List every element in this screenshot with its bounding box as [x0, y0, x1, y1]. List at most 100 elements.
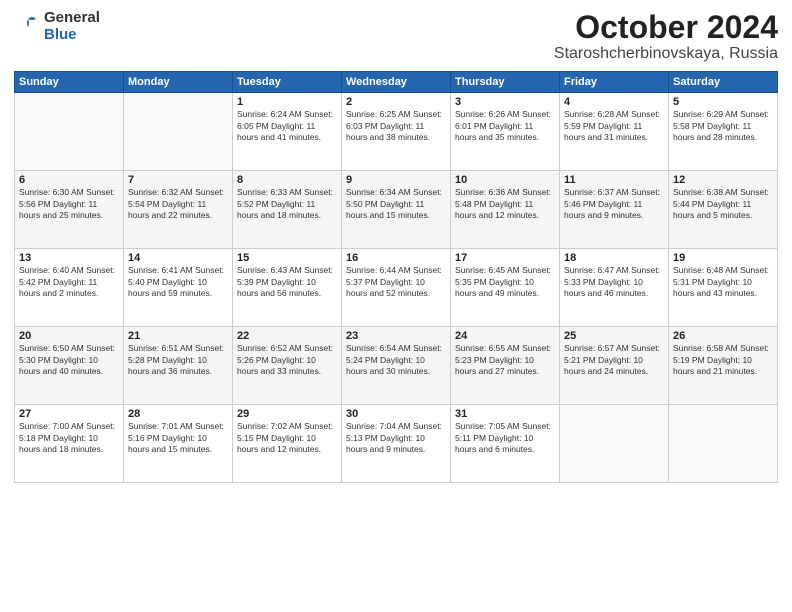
logo-text: General Blue [44, 10, 100, 43]
day-info: Sunrise: 6:24 AM Sunset: 6:05 PM Dayligh… [237, 109, 337, 143]
day-number: 29 [237, 408, 337, 420]
day-cell: 13Sunrise: 6:40 AM Sunset: 5:42 PM Dayli… [15, 249, 124, 327]
day-number: 30 [346, 408, 446, 420]
header: General Blue October 2024 Staroshcherbin… [14, 10, 778, 63]
day-info: Sunrise: 6:37 AM Sunset: 5:46 PM Dayligh… [564, 187, 664, 221]
week-row-5: 27Sunrise: 7:00 AM Sunset: 5:18 PM Dayli… [15, 405, 778, 483]
logo-bird-icon [14, 13, 42, 41]
day-info: Sunrise: 7:00 AM Sunset: 5:18 PM Dayligh… [19, 421, 119, 455]
week-row-2: 6Sunrise: 6:30 AM Sunset: 5:56 PM Daylig… [15, 171, 778, 249]
day-number: 21 [128, 330, 228, 342]
col-friday: Friday [560, 72, 669, 93]
day-cell: 16Sunrise: 6:44 AM Sunset: 5:37 PM Dayli… [342, 249, 451, 327]
day-cell: 27Sunrise: 7:00 AM Sunset: 5:18 PM Dayli… [15, 405, 124, 483]
day-info: Sunrise: 7:04 AM Sunset: 5:13 PM Dayligh… [346, 421, 446, 455]
week-row-1: 1Sunrise: 6:24 AM Sunset: 6:05 PM Daylig… [15, 93, 778, 171]
col-wednesday: Wednesday [342, 72, 451, 93]
day-number: 1 [237, 96, 337, 108]
day-number: 15 [237, 252, 337, 264]
day-cell: 9Sunrise: 6:34 AM Sunset: 5:50 PM Daylig… [342, 171, 451, 249]
day-info: Sunrise: 6:45 AM Sunset: 5:35 PM Dayligh… [455, 265, 555, 299]
day-number: 23 [346, 330, 446, 342]
col-tuesday: Tuesday [233, 72, 342, 93]
day-number: 5 [673, 96, 773, 108]
day-cell: 6Sunrise: 6:30 AM Sunset: 5:56 PM Daylig… [15, 171, 124, 249]
day-cell: 22Sunrise: 6:52 AM Sunset: 5:26 PM Dayli… [233, 327, 342, 405]
day-cell: 3Sunrise: 6:26 AM Sunset: 6:01 PM Daylig… [451, 93, 560, 171]
day-number: 4 [564, 96, 664, 108]
day-cell: 25Sunrise: 6:57 AM Sunset: 5:21 PM Dayli… [560, 327, 669, 405]
day-cell: 2Sunrise: 6:25 AM Sunset: 6:03 PM Daylig… [342, 93, 451, 171]
day-cell: 18Sunrise: 6:47 AM Sunset: 5:33 PM Dayli… [560, 249, 669, 327]
day-number: 18 [564, 252, 664, 264]
calendar-body: 1Sunrise: 6:24 AM Sunset: 6:05 PM Daylig… [15, 93, 778, 483]
day-cell: 23Sunrise: 6:54 AM Sunset: 5:24 PM Dayli… [342, 327, 451, 405]
day-info: Sunrise: 6:43 AM Sunset: 5:39 PM Dayligh… [237, 265, 337, 299]
day-info: Sunrise: 7:01 AM Sunset: 5:16 PM Dayligh… [128, 421, 228, 455]
day-cell: 31Sunrise: 7:05 AM Sunset: 5:11 PM Dayli… [451, 405, 560, 483]
day-cell: 4Sunrise: 6:28 AM Sunset: 5:59 PM Daylig… [560, 93, 669, 171]
day-info: Sunrise: 7:02 AM Sunset: 5:15 PM Dayligh… [237, 421, 337, 455]
day-cell: 8Sunrise: 6:33 AM Sunset: 5:52 PM Daylig… [233, 171, 342, 249]
day-cell: 24Sunrise: 6:55 AM Sunset: 5:23 PM Dayli… [451, 327, 560, 405]
day-info: Sunrise: 6:33 AM Sunset: 5:52 PM Dayligh… [237, 187, 337, 221]
title-block: October 2024 Staroshcherbinovskaya, Russ… [554, 10, 778, 63]
day-info: Sunrise: 6:54 AM Sunset: 5:24 PM Dayligh… [346, 343, 446, 377]
day-cell [15, 93, 124, 171]
day-number: 3 [455, 96, 555, 108]
calendar-table: Sunday Monday Tuesday Wednesday Thursday… [14, 71, 778, 483]
day-cell: 29Sunrise: 7:02 AM Sunset: 5:15 PM Dayli… [233, 405, 342, 483]
day-info: Sunrise: 6:34 AM Sunset: 5:50 PM Dayligh… [346, 187, 446, 221]
month-year-title: October 2024 [554, 10, 778, 45]
day-number: 28 [128, 408, 228, 420]
logo-general: General [44, 10, 100, 27]
logo: General Blue [14, 10, 100, 43]
day-number: 22 [237, 330, 337, 342]
day-info: Sunrise: 6:48 AM Sunset: 5:31 PM Dayligh… [673, 265, 773, 299]
day-info: Sunrise: 6:38 AM Sunset: 5:44 PM Dayligh… [673, 187, 773, 221]
day-number: 16 [346, 252, 446, 264]
day-cell [124, 93, 233, 171]
location-subtitle: Staroshcherbinovskaya, Russia [554, 45, 778, 63]
day-info: Sunrise: 6:36 AM Sunset: 5:48 PM Dayligh… [455, 187, 555, 221]
col-sunday: Sunday [15, 72, 124, 93]
day-info: Sunrise: 6:26 AM Sunset: 6:01 PM Dayligh… [455, 109, 555, 143]
day-number: 19 [673, 252, 773, 264]
logo-blue: Blue [44, 27, 100, 44]
day-number: 26 [673, 330, 773, 342]
day-cell: 1Sunrise: 6:24 AM Sunset: 6:05 PM Daylig… [233, 93, 342, 171]
day-info: Sunrise: 6:57 AM Sunset: 5:21 PM Dayligh… [564, 343, 664, 377]
day-info: Sunrise: 6:40 AM Sunset: 5:42 PM Dayligh… [19, 265, 119, 299]
day-cell: 10Sunrise: 6:36 AM Sunset: 5:48 PM Dayli… [451, 171, 560, 249]
day-cell: 15Sunrise: 6:43 AM Sunset: 5:39 PM Dayli… [233, 249, 342, 327]
header-row: Sunday Monday Tuesday Wednesday Thursday… [15, 72, 778, 93]
col-thursday: Thursday [451, 72, 560, 93]
day-number: 8 [237, 174, 337, 186]
day-cell: 26Sunrise: 6:58 AM Sunset: 5:19 PM Dayli… [669, 327, 778, 405]
day-number: 25 [564, 330, 664, 342]
day-info: Sunrise: 6:25 AM Sunset: 6:03 PM Dayligh… [346, 109, 446, 143]
day-number: 7 [128, 174, 228, 186]
day-number: 17 [455, 252, 555, 264]
day-cell [669, 405, 778, 483]
day-info: Sunrise: 6:28 AM Sunset: 5:59 PM Dayligh… [564, 109, 664, 143]
calendar-page: General Blue October 2024 Staroshcherbin… [0, 0, 792, 612]
day-number: 31 [455, 408, 555, 420]
day-info: Sunrise: 6:44 AM Sunset: 5:37 PM Dayligh… [346, 265, 446, 299]
day-cell: 17Sunrise: 6:45 AM Sunset: 5:35 PM Dayli… [451, 249, 560, 327]
day-number: 6 [19, 174, 119, 186]
day-number: 10 [455, 174, 555, 186]
day-info: Sunrise: 6:29 AM Sunset: 5:58 PM Dayligh… [673, 109, 773, 143]
day-info: Sunrise: 6:55 AM Sunset: 5:23 PM Dayligh… [455, 343, 555, 377]
day-number: 2 [346, 96, 446, 108]
day-cell: 21Sunrise: 6:51 AM Sunset: 5:28 PM Dayli… [124, 327, 233, 405]
day-info: Sunrise: 6:51 AM Sunset: 5:28 PM Dayligh… [128, 343, 228, 377]
day-info: Sunrise: 6:50 AM Sunset: 5:30 PM Dayligh… [19, 343, 119, 377]
day-info: Sunrise: 7:05 AM Sunset: 5:11 PM Dayligh… [455, 421, 555, 455]
day-cell: 30Sunrise: 7:04 AM Sunset: 5:13 PM Dayli… [342, 405, 451, 483]
week-row-4: 20Sunrise: 6:50 AM Sunset: 5:30 PM Dayli… [15, 327, 778, 405]
day-cell: 11Sunrise: 6:37 AM Sunset: 5:46 PM Dayli… [560, 171, 669, 249]
day-number: 27 [19, 408, 119, 420]
day-number: 13 [19, 252, 119, 264]
day-cell: 5Sunrise: 6:29 AM Sunset: 5:58 PM Daylig… [669, 93, 778, 171]
